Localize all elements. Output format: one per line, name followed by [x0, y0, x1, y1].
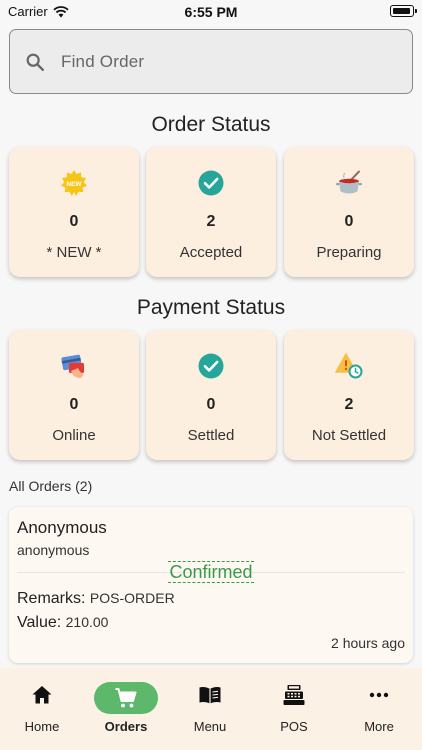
credit-card-icon	[61, 354, 84, 378]
not-settled-count: 2	[344, 396, 354, 413]
bottom-tab-bar: Home Orders Menu POS More	[0, 668, 422, 750]
settled-label: Settled	[187, 427, 235, 444]
tab-orders-active-pill	[94, 682, 158, 714]
payment-status-card-online[interactable]: 0 Online	[9, 330, 139, 460]
check-circle-icon	[198, 353, 224, 379]
order-customer-subtitle: anonymous	[17, 542, 90, 558]
new-count: 0	[69, 213, 79, 230]
all-orders-header: All Orders (2)	[9, 478, 93, 494]
remarks-value: POS-ORDER	[89, 590, 175, 606]
order-status-card-accepted[interactable]: 2 Accepted	[146, 147, 276, 277]
tab-more-label: More	[364, 719, 394, 734]
home-icon	[32, 686, 52, 704]
cart-icon	[115, 688, 137, 708]
search-bar[interactable]: Find Order	[9, 29, 413, 94]
order-value: Value: 210.00	[17, 614, 108, 632]
tab-pos-label: POS	[280, 719, 308, 734]
order-status-card-new[interactable]: NEW 0 * NEW *	[9, 147, 139, 277]
tab-home[interactable]: Home	[0, 668, 84, 750]
order-customer-name: Anonymous	[17, 518, 107, 537]
status-bar: Carrier 6:55 PM	[0, 0, 422, 24]
value-amount: 210.00	[65, 614, 109, 630]
tab-menu-label: Menu	[193, 719, 227, 734]
online-label: Online	[52, 427, 96, 444]
accepted-count: 2	[206, 213, 216, 230]
preparing-label: Preparing	[316, 244, 382, 261]
cash-register-icon	[283, 685, 305, 705]
check-circle-icon	[198, 170, 224, 196]
tab-pos[interactable]: POS	[252, 668, 336, 750]
tab-home-label: Home	[24, 719, 60, 734]
search-input[interactable]: Find Order	[61, 52, 144, 72]
order-time: 2 hours ago	[331, 635, 405, 651]
remarks-label: Remarks:	[17, 590, 86, 607]
payment-status-card-not-settled[interactable]: 2 Not Settled	[284, 330, 414, 460]
preparing-count: 0	[344, 213, 354, 230]
order-status-card-preparing[interactable]: 0 Preparing	[284, 147, 414, 277]
online-count: 0	[69, 396, 79, 413]
cooking-pot-icon	[336, 170, 362, 194]
tab-menu[interactable]: Menu	[168, 668, 252, 750]
order-remarks: Remarks: POS-ORDER	[17, 590, 175, 608]
warning-clock-icon	[335, 353, 363, 379]
book-icon	[199, 687, 221, 704]
clock: 6:55 PM	[184, 4, 238, 20]
search-icon	[26, 53, 44, 71]
order-status-badge: Confirmed	[168, 561, 254, 583]
order-status-title: Order Status	[151, 113, 271, 136]
tab-orders[interactable]: Orders	[84, 668, 168, 750]
svg-text:NEW: NEW	[66, 181, 82, 188]
more-dots-icon	[369, 692, 389, 698]
payment-status-card-settled[interactable]: 0 Settled	[146, 330, 276, 460]
new-badge-icon: NEW	[61, 170, 87, 196]
value-label: Value:	[17, 614, 62, 631]
payment-status-title: Payment Status	[136, 296, 286, 319]
battery-icon	[390, 5, 417, 17]
order-card[interactable]: Anonymous anonymous Confirmed Remarks: P…	[9, 507, 413, 663]
settled-count: 0	[206, 396, 216, 413]
tab-orders-label: Orders	[104, 719, 148, 734]
tab-more[interactable]: More	[336, 668, 422, 750]
accepted-label: Accepted	[179, 244, 243, 261]
not-settled-label: Not Settled	[311, 427, 387, 444]
new-label: * NEW *	[46, 244, 102, 261]
